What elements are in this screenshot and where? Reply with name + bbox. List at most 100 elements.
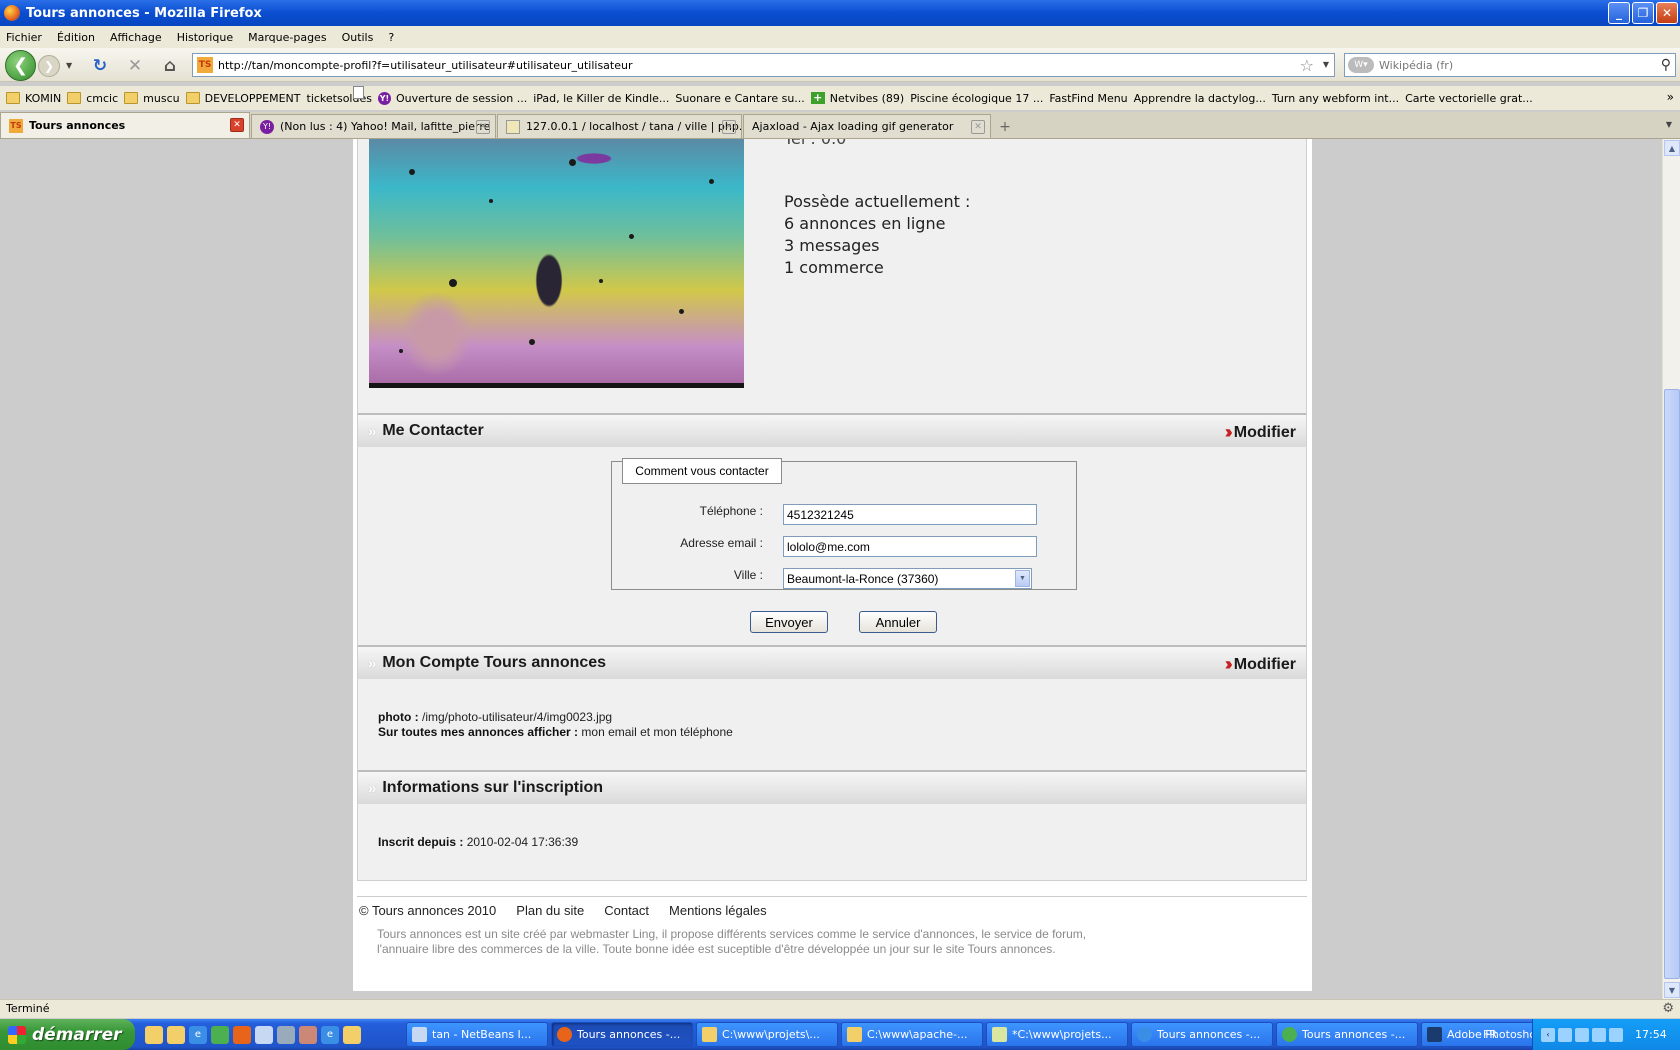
bookmark-developpement[interactable]: DEVELOPPEMENT xyxy=(185,92,301,105)
page-viewport: Tel : 0.0 Possède actuellement : 6 annon… xyxy=(0,139,1662,999)
search-bar[interactable]: W▾ Wikipédia (fr) ⚲ xyxy=(1344,53,1676,77)
bookmark-suonare[interactable]: Suonare e Cantare su... xyxy=(353,86,805,105)
task-ie[interactable]: Tours annonces -... xyxy=(1131,1022,1273,1047)
contact-modify-link[interactable]: ›› Modifier xyxy=(1225,422,1296,443)
url-bar[interactable]: TS http://tan/moncompte-profil?f=utilisa… xyxy=(192,53,1335,77)
reload-icon[interactable]: ↻ xyxy=(90,56,110,76)
back-button[interactable]: ❮ xyxy=(5,50,36,81)
tab-phpmyadmin[interactable]: 127.0.0.1 / localhost / tana / ville | p… xyxy=(497,114,742,138)
search-placeholder[interactable]: Wikipédia (fr) xyxy=(1379,59,1453,72)
firefox-icon[interactable] xyxy=(233,1025,251,1044)
profile-stats: Tel : 0.0 Possède actuellement : 6 annon… xyxy=(784,139,970,279)
scroll-down-icon[interactable]: ▼ xyxy=(1664,982,1680,998)
tab-yahoo-mail[interactable]: Y! (Non lus : 4) Yahoo! Mail, lafitte_pi… xyxy=(251,114,496,138)
bookmark-carte[interactable]: Carte vectorielle grat... xyxy=(353,86,1533,105)
vertical-scrollbar[interactable]: ▲ ▼ xyxy=(1662,139,1680,999)
network-icon[interactable] xyxy=(1558,1027,1572,1042)
bookmark-star-icon[interactable]: ☆ xyxy=(1300,56,1314,75)
close-tab-icon[interactable]: ✕ xyxy=(476,120,490,134)
bookmark-komin[interactable]: KOMIN xyxy=(6,92,61,105)
cancel-button[interactable]: Annuler xyxy=(859,611,937,633)
footer-plan-link[interactable]: Plan du site xyxy=(516,903,584,918)
folder-icon[interactable] xyxy=(167,1025,185,1044)
bookmark-ipad[interactable]: iPad, le Killer de Kindle... xyxy=(353,86,669,105)
home-icon[interactable]: ⌂ xyxy=(160,56,180,76)
bluetooth-icon[interactable] xyxy=(1575,1027,1589,1042)
since-value: 2010-02-04 17:36:39 xyxy=(466,835,579,849)
menu-help[interactable]: ? xyxy=(388,31,394,44)
bookmark-muscu[interactable]: muscu xyxy=(124,92,180,105)
tab-bar: TS Tours annonces ✕ Y! (Non lus : 4) Yah… xyxy=(0,112,1680,139)
menu-marque-pages[interactable]: Marque-pages xyxy=(248,31,326,44)
shield-icon[interactable] xyxy=(1592,1027,1606,1042)
tab-list-icon[interactable]: ▼ xyxy=(1666,120,1672,129)
firefox-icon xyxy=(557,1027,572,1042)
bookmarks-overflow-icon[interactable]: » xyxy=(1667,90,1674,104)
start-button[interactable]: démarrer xyxy=(0,1019,135,1050)
menu-historique[interactable]: Historique xyxy=(177,31,233,44)
tab-ajaxload[interactable]: Ajaxload - Ajax loading gif generator ✕ xyxy=(743,114,991,138)
bookmark-webform[interactable]: Turn any webform int... xyxy=(353,86,1399,105)
url-text[interactable]: http://tan/moncompte-profil?f=utilisateu… xyxy=(218,59,633,72)
tools-icon[interactable] xyxy=(277,1025,295,1044)
task-folder-apache[interactable]: C:\www\apache-... xyxy=(841,1022,983,1047)
city-select[interactable]: Beaumont-la-Ronce (37360) ▼ xyxy=(783,568,1032,589)
photo-speck xyxy=(529,339,535,345)
task-editor[interactable]: *C:\www\projets... xyxy=(986,1022,1128,1047)
folder-icon[interactable] xyxy=(343,1025,361,1044)
bookmark-cmcic[interactable]: cmcic xyxy=(67,92,118,105)
forward-button[interactable]: ❯ xyxy=(38,55,60,77)
task-firefox[interactable]: Tours annonces -... xyxy=(551,1022,693,1047)
bookmark-ouverture-session[interactable]: Y! Ouverture de session ... xyxy=(377,91,527,105)
photo-icon[interactable] xyxy=(299,1025,317,1044)
menu-edition[interactable]: Édition xyxy=(57,31,95,44)
close-tab-icon[interactable]: ✕ xyxy=(971,120,985,134)
footer-contact-link[interactable]: Contact xyxy=(604,903,649,918)
close-tab-icon[interactable]: ✕ xyxy=(230,118,244,132)
clock[interactable]: 17:54 xyxy=(1635,1028,1667,1041)
email-field[interactable]: lololo@me.com xyxy=(783,536,1037,557)
scroll-up-icon[interactable]: ▲ xyxy=(1664,140,1680,156)
task-chrome[interactable]: Tours annonces -... xyxy=(1276,1022,1418,1047)
firefox-icon xyxy=(4,5,20,21)
explorer-icon[interactable] xyxy=(145,1025,163,1044)
tab-tours-annonces[interactable]: TS Tours annonces ✕ xyxy=(0,112,250,138)
bookmark-fastfind[interactable]: FastFind Menu xyxy=(353,86,1128,105)
task-netbeans[interactable]: tan - NetBeans I... xyxy=(406,1022,548,1047)
bookmark-piscine[interactable]: Piscine écologique 17 ... xyxy=(353,86,1043,105)
ie-icon[interactable]: e xyxy=(321,1025,339,1044)
tray-arrow-icon[interactable]: ‹ xyxy=(1541,1027,1555,1042)
stop-icon[interactable]: ✕ xyxy=(125,56,145,76)
new-tab-button[interactable]: + xyxy=(992,116,1018,138)
scroll-thumb[interactable] xyxy=(1664,389,1680,979)
phone-field[interactable]: 4512321245 xyxy=(783,504,1037,525)
close-window-button[interactable]: ✕ xyxy=(1656,2,1678,24)
bookmark-netvibes[interactable]: + Netvibes (89) xyxy=(810,92,904,105)
chrome-icon xyxy=(1282,1027,1297,1042)
task-folder-projets[interactable]: C:\www\projets\... xyxy=(696,1022,838,1047)
language-indicator[interactable]: FR xyxy=(1483,1028,1497,1041)
volume-icon[interactable] xyxy=(1609,1027,1623,1042)
photoshop-icon xyxy=(1427,1027,1442,1042)
close-tab-icon[interactable]: ✕ xyxy=(722,120,736,134)
ie-icon[interactable]: e xyxy=(189,1025,207,1044)
menu-outils[interactable]: Outils xyxy=(342,31,374,44)
chrome-icon[interactable] xyxy=(211,1025,229,1044)
menu-fichier[interactable]: Fichier xyxy=(6,31,42,44)
account-modify-link[interactable]: ›› Modifier xyxy=(1225,654,1296,675)
bookmark-dactylo[interactable]: Apprendre la dactylog... xyxy=(353,86,1266,105)
windows-logo-icon xyxy=(8,1025,26,1044)
footer-legal-link[interactable]: Mentions légales xyxy=(669,903,767,918)
url-dropdown-icon[interactable]: ▼ xyxy=(1323,60,1329,69)
double-chevron-icon: ›› xyxy=(1224,422,1233,442)
wikipedia-engine-icon[interactable]: W▾ xyxy=(1348,57,1374,73)
users-icon[interactable] xyxy=(255,1025,273,1044)
history-dropdown-icon[interactable]: ▼ xyxy=(66,61,72,70)
chevron-down-icon[interactable]: ▼ xyxy=(1015,570,1030,587)
page-icon xyxy=(353,86,364,99)
search-icon[interactable]: ⚲ xyxy=(1661,57,1671,73)
menu-affichage[interactable]: Affichage xyxy=(110,31,162,44)
minimize-button[interactable]: _ xyxy=(1608,2,1630,24)
send-button[interactable]: Envoyer xyxy=(750,611,828,633)
maximize-button[interactable]: ❐ xyxy=(1632,2,1654,24)
